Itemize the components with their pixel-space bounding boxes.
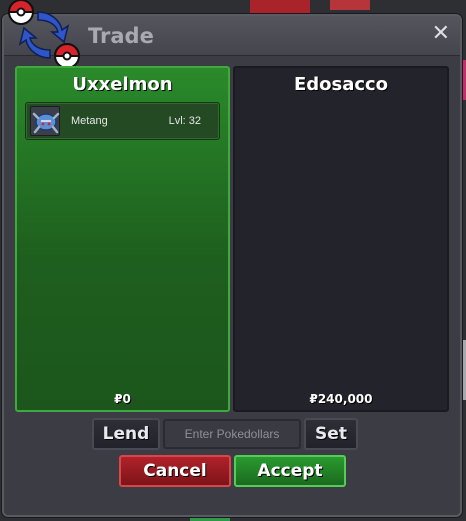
map-tile (330, 0, 370, 10)
trade-item-slot[interactable]: Metang Lvl: 32 (25, 102, 220, 140)
partner-offer-panel: Edosacco ₽240,000 (233, 66, 449, 412)
window-title: Trade (88, 24, 154, 48)
pokedollar-input[interactable] (163, 419, 301, 449)
partner-offered-money: ₽240,000 (309, 392, 373, 406)
accept-button[interactable]: Accept (234, 455, 346, 487)
partner-name: Edosacco (293, 74, 389, 95)
trade-window: Trade ✕ Uxxelmon Metang Lvl: 32 ₽0 Edosa… (2, 0, 462, 517)
player-name: Uxxelmon (72, 74, 173, 95)
cancel-button[interactable]: Cancel (119, 455, 231, 487)
trade-pokeball-arrows-icon (7, 0, 81, 69)
item-name: Metang (71, 115, 108, 127)
offered-money: ₽0 (114, 392, 131, 406)
item-level: Lvl: 32 (168, 115, 201, 127)
lend-button[interactable]: Lend (92, 418, 160, 450)
metang-icon (30, 106, 60, 136)
close-icon[interactable]: ✕ (432, 21, 450, 46)
map-tile (250, 0, 310, 14)
my-offer-panel: Uxxelmon Metang Lvl: 32 ₽0 (15, 66, 230, 412)
set-button[interactable]: Set (304, 418, 358, 450)
